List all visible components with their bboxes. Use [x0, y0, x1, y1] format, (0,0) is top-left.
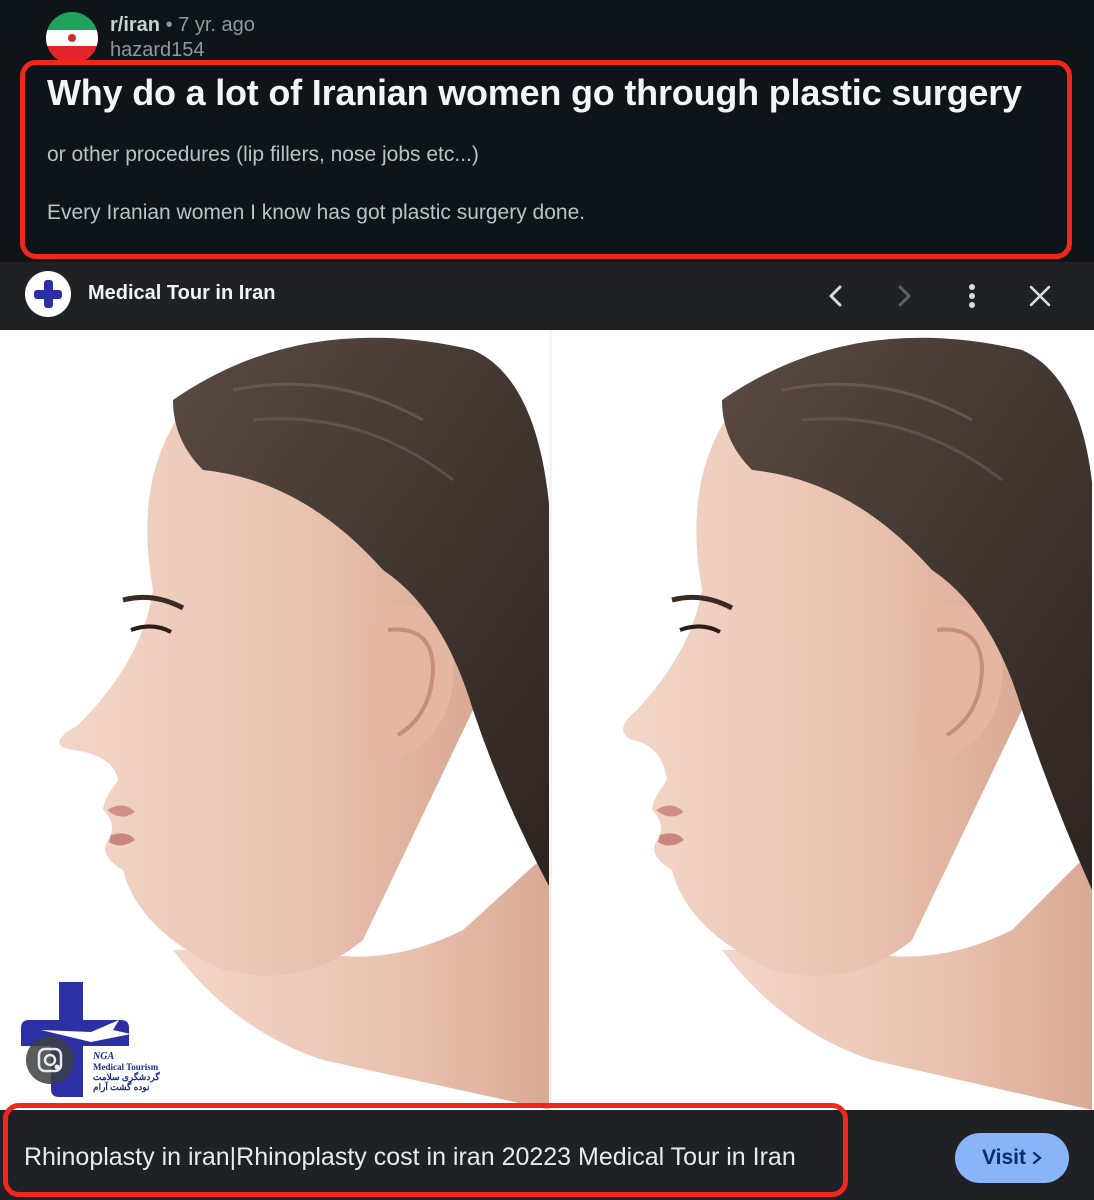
before-photo: NGA Medical Tourism گردشگری سلامت نوده گ…	[3, 330, 551, 1110]
subreddit-avatar[interactable]	[46, 12, 98, 64]
ad-image[interactable]: NGA Medical Tourism گردشگری سلامت نوده گ…	[0, 330, 1094, 1110]
visit-button[interactable]: Visit	[955, 1133, 1069, 1183]
red-highlight-box	[3, 1103, 848, 1197]
red-highlight-box	[20, 60, 1072, 259]
meta-separator: •	[165, 14, 173, 36]
medical-cross-logo-icon	[25, 271, 71, 317]
advertiser-name[interactable]: Medical Tour in Iran	[88, 282, 275, 305]
after-photo	[552, 330, 1092, 1110]
post-author[interactable]: hazard154	[110, 39, 205, 62]
post-age: 7 yr. ago	[178, 14, 255, 36]
visit-label: Visit	[982, 1146, 1026, 1169]
reddit-post: r/iran • 7 yr. ago hazard154 Why do a lo…	[0, 0, 1094, 262]
previous-icon[interactable]	[818, 278, 854, 314]
ad-header: Medical Tour in Iran	[0, 262, 1094, 330]
subreddit-name[interactable]: r/iran	[110, 14, 160, 36]
chevron-right-icon	[1032, 1151, 1042, 1165]
nga-logo-text: NGA Medical Tourism گردشگری سلامت نوده گ…	[93, 1051, 160, 1093]
google-lens-icon[interactable]	[26, 1036, 74, 1084]
post-meta: r/iran • 7 yr. ago	[110, 14, 255, 37]
next-icon[interactable]	[886, 278, 922, 314]
more-vert-icon[interactable]	[954, 278, 990, 314]
close-icon[interactable]	[1022, 278, 1058, 314]
